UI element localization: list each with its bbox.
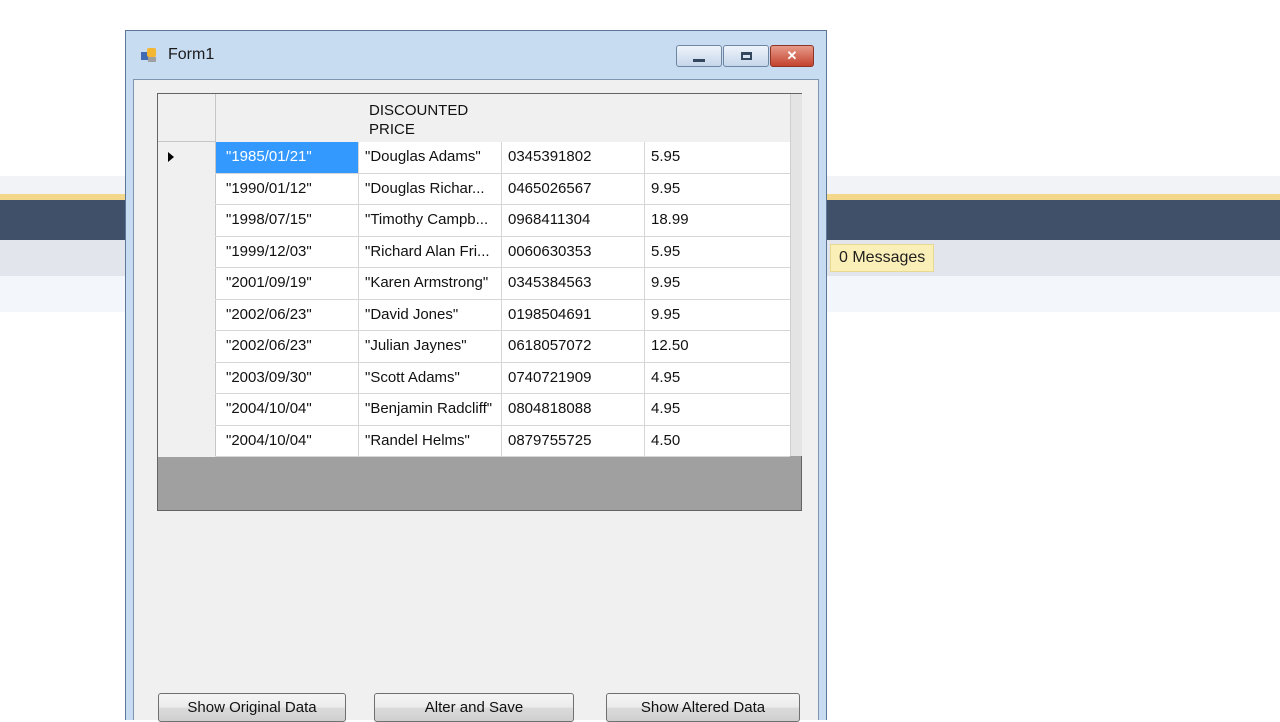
show-altered-data-button[interactable]: Show Altered Data (606, 693, 800, 722)
grid-cell[interactable]: "Julian Jaynes" (359, 331, 502, 363)
grid-vertical-scrollbar[interactable] (790, 94, 802, 456)
grid-cell[interactable]: 0345384563 (502, 268, 645, 300)
table-row[interactable]: "2001/09/19" "Karen Armstrong" 0345384563 9… (158, 268, 790, 300)
window-titlebar[interactable]: Form1 ✕ (126, 31, 826, 79)
grid-cell[interactable]: "Richard Alan Fri... (359, 236, 502, 268)
row-pointer-icon (168, 152, 174, 162)
form-window: Form1 ✕ DISCOUNTED PRICE "1985/01/21" "Do… (125, 30, 827, 722)
grid-cell[interactable]: 4.95 (645, 394, 790, 426)
row-header[interactable] (158, 331, 216, 363)
maximize-icon (740, 52, 752, 60)
grid-body: DISCOUNTED PRICE "1985/01/21" "Douglas Ad… (158, 94, 790, 457)
row-header[interactable] (158, 173, 216, 205)
grid-cell[interactable]: 0740721909 (502, 362, 645, 394)
table-row[interactable]: "1990/01/12" "Douglas Richar... 0465026567… (158, 173, 790, 205)
grid-cell[interactable]: "Scott Adams" (359, 362, 502, 394)
grid-cell[interactable]: 0345391802 (502, 142, 645, 174)
grid-cell[interactable]: "1999/12/03" (216, 236, 359, 268)
grid-cell[interactable]: "David Jones" (359, 299, 502, 331)
maximize-button[interactable] (723, 45, 769, 67)
row-header[interactable] (158, 268, 216, 300)
grid-cell[interactable]: "2002/06/23" (216, 331, 359, 363)
grid-cell[interactable]: "2002/06/23" (216, 299, 359, 331)
grid-cell[interactable]: "1985/01/21" (216, 142, 359, 174)
column-header-discounted-price[interactable]: DISCOUNTED PRICE (359, 94, 790, 142)
table-row[interactable]: "2002/06/23" "David Jones" 0198504691 9.95 (158, 299, 790, 331)
row-header[interactable] (158, 299, 216, 331)
table-row[interactable]: "1999/12/03" "Richard Alan Fri... 00606303… (158, 236, 790, 268)
grid-header-row: DISCOUNTED PRICE (158, 94, 790, 142)
grid-cell[interactable]: 0879755725 (502, 425, 645, 457)
row-header[interactable] (158, 362, 216, 394)
grid-cell[interactable]: "Douglas Adams" (359, 142, 502, 174)
row-header[interactable] (158, 142, 216, 174)
row-header[interactable] (158, 205, 216, 237)
grid-cell[interactable]: 9.95 (645, 268, 790, 300)
grid-cell[interactable]: 0804818088 (502, 394, 645, 426)
grid-cell[interactable]: 4.95 (645, 363, 790, 394)
grid-cell[interactable]: 0618057072 (502, 331, 645, 363)
grid-cell[interactable]: 0968411304 (502, 205, 645, 237)
row-header[interactable] (158, 425, 216, 457)
row-header[interactable] (158, 236, 216, 268)
row-header[interactable] (158, 394, 216, 426)
grid-cell[interactable]: 4.50 (645, 426, 790, 457)
grid-cell[interactable]: 5.95 (645, 142, 790, 174)
grid-cell[interactable]: "1998/07/15" (216, 205, 359, 237)
close-icon: ✕ (786, 48, 798, 63)
window-title: Form1 (168, 46, 215, 63)
grid-cell[interactable]: 18.99 (645, 205, 790, 237)
data-grid-view[interactable]: DISCOUNTED PRICE "1985/01/21" "Douglas Ad… (157, 93, 802, 511)
grid-cell[interactable]: "1990/01/12" (216, 173, 359, 205)
minimize-icon (693, 58, 705, 62)
grid-cell[interactable]: "2004/10/04" (216, 425, 359, 457)
grid-cell[interactable]: "Randel Helms" (359, 425, 502, 457)
grid-cell[interactable]: "Timothy Campb... (359, 205, 502, 237)
caption-buttons: ✕ (675, 45, 814, 67)
alter-and-save-button[interactable]: Alter and Save (374, 693, 574, 722)
grid-cell[interactable]: "2001/09/19" (216, 268, 359, 300)
grid-cell[interactable]: 0198504691 (502, 299, 645, 331)
table-row[interactable]: "2003/09/30" "Scott Adams" 0740721909 4.95 (158, 362, 790, 394)
grid-cell[interactable]: 0465026567 (502, 173, 645, 205)
grid-cell[interactable]: "Benjamin Radcliff" (359, 394, 502, 426)
grid-corner-header[interactable] (158, 94, 216, 141)
grid-cell[interactable]: 12.50 (645, 331, 790, 363)
table-row[interactable]: "1998/07/15" "Timothy Campb... 0968411304 1… (158, 205, 790, 237)
table-row[interactable]: "2004/10/04" "Benjamin Radcliff" 080481808… (158, 394, 790, 426)
messages-filter-button[interactable]: 0 Messages (830, 244, 935, 272)
table-row[interactable]: "2004/10/04" "Randel Helms" 0879755725 4.50 (158, 425, 790, 457)
show-original-data-button[interactable]: Show Original Data (158, 693, 346, 722)
column-header-date[interactable] (216, 94, 359, 142)
table-row[interactable]: "2002/06/23" "Julian Jaynes" 0618057072 12.… (158, 331, 790, 363)
grid-cell[interactable]: 0060630353 (502, 236, 645, 268)
grid-cell[interactable]: "2004/10/04" (216, 394, 359, 426)
grid-cell[interactable]: 5.95 (645, 237, 790, 268)
form-client-area: DISCOUNTED PRICE "1985/01/21" "Douglas Ad… (133, 79, 819, 722)
grid-cell[interactable]: "Douglas Richar... (359, 173, 502, 205)
table-row[interactable]: "1985/01/21" "Douglas Adams" 0345391802 5.9… (158, 142, 790, 174)
grid-cell[interactable]: 9.95 (645, 300, 790, 331)
minimize-button[interactable] (676, 45, 722, 67)
grid-cell[interactable]: "Karen Armstrong" (359, 268, 502, 300)
form-app-icon (141, 48, 159, 63)
close-button[interactable]: ✕ (770, 45, 814, 67)
grid-cell[interactable]: 9.95 (645, 174, 790, 205)
grid-cell[interactable]: "2003/09/30" (216, 362, 359, 394)
